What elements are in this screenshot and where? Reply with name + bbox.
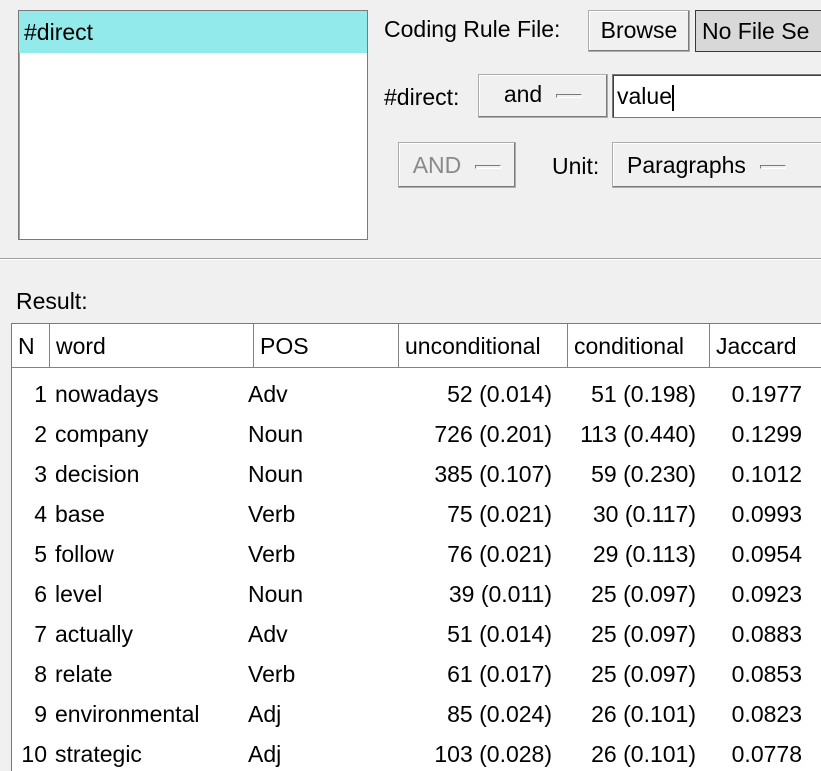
cell-n: 8 bbox=[34, 661, 47, 687]
cell-pos: Noun bbox=[248, 581, 303, 607]
cell-conditional: 26 (0.101) bbox=[591, 701, 696, 727]
table-row[interactable]: 1 nowadays Adv 52 (0.014) 51 (0.198) 0.1977 bbox=[12, 374, 821, 414]
cell-word: follow bbox=[55, 541, 114, 567]
cell-conditional: 51 (0.198) bbox=[591, 381, 696, 407]
table-row[interactable]: 8 relate Verb 61 (0.017) 25 (0.097) 0.0853 bbox=[12, 654, 821, 694]
unit-label: Unit: bbox=[552, 153, 600, 179]
table-row[interactable]: 10 strategic Adj 103 (0.028) 26 (0.101) 0.077… bbox=[12, 734, 821, 771]
cell-unconditional: 61 (0.017) bbox=[447, 661, 552, 687]
cell-conditional: 59 (0.230) bbox=[591, 461, 696, 487]
cell-unconditional: 75 (0.021) bbox=[447, 501, 552, 527]
direct-value-input[interactable]: value bbox=[612, 74, 821, 118]
cell-unconditional: 726 (0.201) bbox=[434, 421, 552, 447]
cell-jaccard: 0.0993 bbox=[731, 501, 802, 527]
cell-unconditional: 385 (0.107) bbox=[434, 461, 552, 487]
table-row[interactable]: 9 environmental Adj 85 (0.024) 26 (0.101) 0.0… bbox=[12, 694, 821, 734]
cell-pos: Verb bbox=[248, 541, 296, 567]
cell-jaccard: 0.1977 bbox=[731, 381, 802, 407]
cell-pos: Noun bbox=[248, 421, 303, 447]
cell-unconditional: 52 (0.014) bbox=[447, 381, 552, 407]
cell-conditional: 29 (0.113) bbox=[592, 541, 696, 567]
cell-word: company bbox=[55, 421, 149, 447]
code-list-item-direct[interactable]: #direct bbox=[19, 11, 367, 53]
result-table[interactable]: N word POS unconditional conditional Jac… bbox=[11, 323, 821, 771]
column-header-pos[interactable]: POS bbox=[254, 324, 399, 368]
column-header-jaccard[interactable]: Jaccard bbox=[710, 324, 821, 368]
cell-word: level bbox=[55, 581, 103, 607]
cell-word: decision bbox=[55, 461, 140, 487]
code-list[interactable]: #direct bbox=[18, 10, 368, 240]
table-row[interactable]: 2 company Noun 726 (0.201) 113 (0.440) 0.1299 bbox=[12, 414, 821, 454]
cell-pos: Adv bbox=[248, 621, 288, 647]
unit-value: Paragraphs bbox=[627, 152, 746, 178]
cell-pos: Adv bbox=[248, 381, 288, 407]
cell-jaccard: 0.1299 bbox=[731, 421, 802, 447]
cell-word: base bbox=[55, 501, 105, 527]
unit-dropdown[interactable]: Paragraphs bbox=[612, 142, 821, 188]
cell-conditional: 113 (0.440) bbox=[580, 421, 696, 447]
cell-pos: Adj bbox=[248, 741, 282, 767]
text-cursor bbox=[671, 84, 674, 111]
column-header-unconditional[interactable]: unconditional bbox=[399, 324, 568, 368]
logic-value: AND bbox=[412, 152, 462, 178]
cell-n: 2 bbox=[34, 421, 47, 447]
cell-unconditional: 85 (0.024) bbox=[447, 701, 552, 727]
dropdown-indicator-icon bbox=[759, 164, 786, 169]
cell-n: 9 bbox=[34, 701, 47, 727]
cell-conditional: 25 (0.097) bbox=[591, 581, 696, 607]
cell-pos: Verb bbox=[248, 661, 296, 687]
table-row[interactable]: 6 level Noun 39 (0.011) 25 (0.097) 0.0923 bbox=[12, 574, 821, 614]
table-row[interactable]: 4 base Verb 75 (0.021) 30 (0.117) 0.0993 bbox=[12, 494, 821, 534]
column-header-n[interactable]: N bbox=[12, 324, 50, 368]
dropdown-indicator-icon bbox=[475, 164, 502, 169]
cell-word: nowadays bbox=[55, 381, 159, 407]
column-header-conditional[interactable]: conditional bbox=[568, 324, 710, 368]
cell-n: 4 bbox=[34, 501, 47, 527]
coding-rule-file-label: Coding Rule File: bbox=[384, 16, 561, 42]
operator-dropdown[interactable]: and bbox=[478, 74, 608, 118]
cell-jaccard: 0.0853 bbox=[731, 661, 802, 687]
browse-button[interactable]: Browse bbox=[588, 10, 690, 52]
cell-unconditional: 103 (0.028) bbox=[434, 741, 552, 767]
cell-unconditional: 39 (0.011) bbox=[448, 581, 552, 607]
cell-jaccard: 0.0883 bbox=[731, 621, 802, 647]
direct-label: #direct: bbox=[384, 84, 460, 110]
cell-word: environmental bbox=[55, 701, 200, 727]
cell-n: 7 bbox=[34, 621, 47, 647]
cell-jaccard: 0.0823 bbox=[731, 701, 802, 727]
dropdown-indicator-icon bbox=[556, 93, 583, 98]
cell-n: 6 bbox=[34, 581, 47, 607]
cell-n: 5 bbox=[34, 541, 47, 567]
cell-conditional: 25 (0.097) bbox=[591, 661, 696, 687]
cell-jaccard: 0.0778 bbox=[731, 741, 802, 767]
cell-word: strategic bbox=[55, 741, 142, 767]
cell-n: 10 bbox=[21, 741, 47, 767]
cell-pos: Verb bbox=[248, 501, 296, 527]
table-row[interactable]: 5 follow Verb 76 (0.021) 29 (0.113) 0.0954 bbox=[12, 534, 821, 574]
rule-file-name: No File Se bbox=[695, 10, 821, 52]
logic-dropdown[interactable]: AND bbox=[398, 142, 516, 188]
cell-jaccard: 0.0923 bbox=[731, 581, 802, 607]
cell-pos: Adj bbox=[248, 701, 282, 727]
cell-conditional: 30 (0.117) bbox=[592, 501, 696, 527]
cell-n: 1 bbox=[34, 381, 47, 407]
cell-pos: Noun bbox=[248, 461, 303, 487]
cell-conditional: 26 (0.101) bbox=[591, 741, 696, 767]
table-row[interactable]: 7 actually Adv 51 (0.014) 25 (0.097) 0.0883 bbox=[12, 614, 821, 654]
cell-conditional: 25 (0.097) bbox=[591, 621, 696, 647]
cell-word: relate bbox=[55, 661, 113, 687]
cell-jaccard: 0.0954 bbox=[731, 541, 802, 567]
cell-unconditional: 76 (0.021) bbox=[447, 541, 552, 567]
direct-value-text: value bbox=[617, 83, 672, 109]
divider bbox=[0, 258, 821, 260]
operator-value: and bbox=[503, 81, 543, 107]
table-row[interactable]: 3 decision Noun 385 (0.107) 59 (0.230) 0.1012 bbox=[12, 454, 821, 494]
result-label: Result: bbox=[16, 288, 88, 314]
cell-n: 3 bbox=[34, 461, 47, 487]
cell-jaccard: 0.1012 bbox=[731, 461, 802, 487]
cell-unconditional: 51 (0.014) bbox=[447, 621, 552, 647]
cell-word: actually bbox=[55, 621, 133, 647]
column-header-word[interactable]: word bbox=[50, 324, 254, 368]
